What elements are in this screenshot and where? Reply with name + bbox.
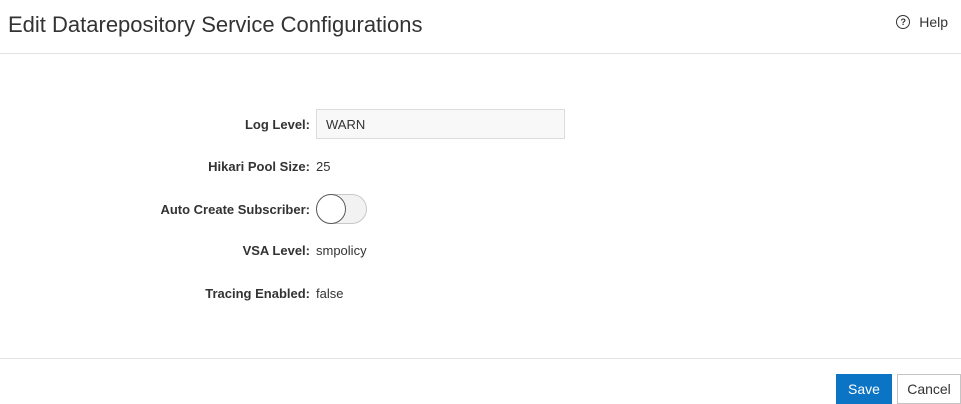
form-row-tracing-enabled: Tracing Enabled: false xyxy=(0,277,343,309)
toggle-knob xyxy=(316,194,346,224)
vsa-level-value: smpolicy xyxy=(316,242,367,258)
page-title: Edit Datarepository Service Configuratio… xyxy=(8,12,423,37)
help-link[interactable]: ? Help xyxy=(896,14,948,30)
log-level-input[interactable] xyxy=(316,109,565,139)
hikari-pool-size-value: 25 xyxy=(316,158,331,174)
auto-create-subscriber-label: Auto Create Subscriber: xyxy=(160,201,310,217)
page-header: Edit Datarepository Service Configuratio… xyxy=(0,0,961,54)
question-circle-icon: ? xyxy=(896,15,911,29)
footer-divider xyxy=(0,358,961,359)
tracing-enabled-label: Tracing Enabled: xyxy=(205,285,310,301)
log-level-label: Log Level: xyxy=(244,116,310,132)
form-row-hikari-pool-size: Hikari Pool Size: 25 xyxy=(0,150,330,182)
form-row-vsa-level: VSA Level: smpolicy xyxy=(0,234,367,266)
hikari-pool-size-label: Hikari Pool Size: xyxy=(208,158,310,174)
form-row-auto-create-subscriber: Auto Create Subscriber: xyxy=(0,193,367,225)
cancel-button[interactable]: Cancel xyxy=(897,374,961,404)
save-button[interactable]: Save xyxy=(836,374,892,404)
help-label: Help xyxy=(919,14,948,30)
tracing-enabled-value: false xyxy=(316,285,344,301)
vsa-level-label: VSA Level: xyxy=(242,242,310,258)
form-row-log-level: Log Level: xyxy=(0,108,565,140)
auto-create-subscriber-toggle[interactable] xyxy=(316,194,367,224)
